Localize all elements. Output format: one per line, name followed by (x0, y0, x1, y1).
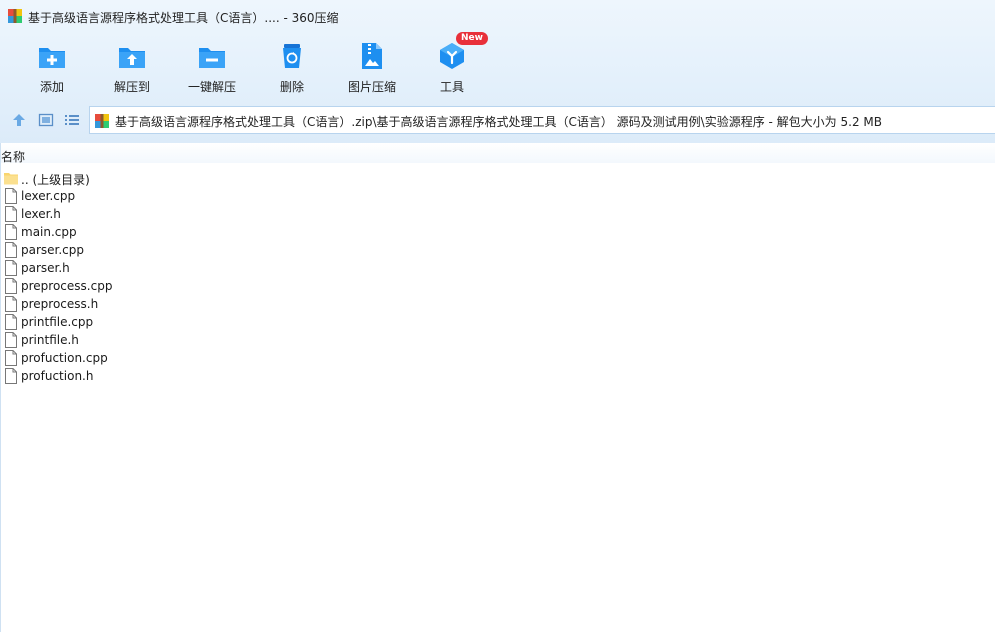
navigation-row: 基于高级语言源程序格式处理工具（C语言）.zip\基于高级语言源程序格式处理工具… (0, 106, 995, 136)
list-view-icon[interactable] (64, 112, 80, 128)
thumbnail-view-icon[interactable] (38, 112, 54, 128)
parent-directory-row[interactable]: .. (上级目录) (0, 169, 400, 187)
add-label: 添加 (39, 80, 64, 94)
file-row[interactable]: lexer.cpp (0, 187, 400, 205)
file-icon (5, 242, 17, 258)
one-click-extract-icon (199, 48, 225, 68)
file-icon (5, 314, 17, 330)
title-bar: 基于高级语言源程序格式处理工具（C语言）.... - 360压缩 (0, 0, 995, 32)
one-click-extract-button[interactable]: 一键解压 (172, 36, 252, 100)
file-row[interactable]: preprocess.cpp (0, 277, 400, 295)
file-icon (5, 332, 17, 348)
address-bar[interactable]: 基于高级语言源程序格式处理工具（C语言）.zip\基于高级语言源程序格式处理工具… (89, 106, 995, 134)
extract-to-button[interactable]: 解压到 (92, 36, 172, 100)
file-icon (5, 350, 17, 366)
file-icon (5, 260, 17, 276)
file-row[interactable]: parser.cpp (0, 241, 400, 259)
file-icon (5, 188, 17, 204)
one-click-extract-label: 一键解压 (187, 80, 236, 94)
extract-to-icon (119, 48, 145, 68)
file-row[interactable]: lexer.h (0, 205, 400, 223)
delete-button[interactable]: 删除 (252, 36, 332, 100)
file-icon (5, 278, 17, 294)
file-row[interactable]: profuction.cpp (0, 349, 400, 367)
file-name: printfile.h (21, 333, 79, 347)
file-name: profuction.h (21, 369, 94, 383)
file-name: lexer.cpp (21, 189, 76, 203)
delete-bin-icon (283, 44, 301, 68)
file-row[interactable]: preprocess.h (0, 295, 400, 313)
archive-file-icon (95, 114, 109, 128)
file-name: .. (上级目录) (21, 173, 90, 187)
address-path: 基于高级语言源程序格式处理工具（C语言）.zip\基于高级语言源程序格式处理工具… (115, 115, 882, 129)
file-name: lexer.h (21, 207, 61, 221)
file-row[interactable]: main.cpp (0, 223, 400, 241)
file-icon (5, 224, 17, 240)
window-title: 基于高级语言源程序格式处理工具（C语言）.... - 360压缩 (28, 11, 339, 25)
file-name: parser.h (21, 261, 70, 275)
file-name: preprocess.cpp (21, 279, 113, 293)
file-name: profuction.cpp (21, 351, 108, 365)
column-header-name[interactable]: 名称 (1, 148, 25, 165)
image-compress-button[interactable]: 图片压缩 (332, 36, 412, 100)
top-chrome: 基于高级语言源程序格式处理工具（C语言）.... - 360压缩 添加 解压到 (0, 0, 995, 143)
archive-app-icon (8, 9, 22, 23)
image-compress-label: 图片压缩 (347, 80, 396, 94)
file-row[interactable]: printfile.h (0, 331, 400, 349)
delete-label: 删除 (279, 80, 304, 94)
folder-icon (4, 173, 18, 185)
file-name: main.cpp (21, 225, 77, 239)
new-badge: New (456, 32, 488, 45)
add-folder-icon (39, 48, 65, 68)
image-compress-icon (362, 43, 382, 69)
file-icon (5, 368, 17, 384)
up-arrow-icon[interactable] (11, 112, 27, 128)
file-name: printfile.cpp (21, 315, 94, 329)
file-row[interactable]: profuction.h (0, 367, 400, 385)
file-name: preprocess.h (21, 297, 99, 311)
file-name: parser.cpp (21, 243, 85, 257)
file-row[interactable]: parser.h (0, 259, 400, 277)
list-header: 名称 (0, 143, 995, 165)
add-button[interactable]: 添加 (12, 36, 92, 100)
extract-to-label: 解压到 (113, 80, 150, 94)
toolbar: 添加 解压到 一键解压 删除 图片压缩 New 工具 (0, 32, 995, 100)
file-icon (5, 206, 17, 222)
tools-label: 工具 (439, 80, 464, 94)
file-icon (5, 296, 17, 312)
file-row[interactable]: printfile.cpp (0, 313, 400, 331)
tools-button[interactable]: New 工具 (412, 32, 492, 100)
